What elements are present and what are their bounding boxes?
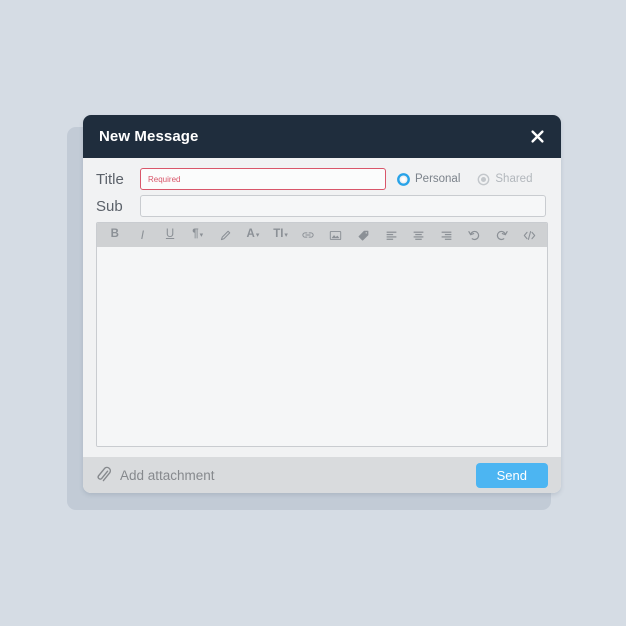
radio-label-personal: Personal xyxy=(415,173,461,185)
font-color-icon: A xyxy=(246,228,255,241)
close-button[interactable] xyxy=(527,127,547,147)
sub-label: Sub xyxy=(96,197,123,215)
undo-button[interactable] xyxy=(460,223,488,247)
chevron-down-icon: ▾ xyxy=(255,232,260,239)
rich-text-editor: B I U ¶ ▾ A ▾ TI ▾ xyxy=(96,222,548,447)
dialog-titlebar: New Message xyxy=(83,115,561,158)
title-label: Title xyxy=(96,170,124,188)
bold-button[interactable]: B xyxy=(101,223,129,247)
radio-label-shared: Shared xyxy=(495,173,533,185)
dialog-footer: Add attachment Send xyxy=(83,457,561,493)
dialog-body: Title Personal xyxy=(83,158,561,447)
text-size-icon: TI xyxy=(273,228,284,241)
paragraph-button[interactable]: ¶ ▾ xyxy=(184,223,212,247)
tag-button[interactable] xyxy=(350,223,378,247)
align-right-icon xyxy=(441,231,452,240)
italic-button[interactable]: I xyxy=(129,223,157,247)
add-attachment-label: Add attachment xyxy=(120,467,215,483)
radio-option-personal[interactable]: Personal xyxy=(397,172,461,186)
align-left-icon xyxy=(386,231,396,240)
chevron-down-icon: ▾ xyxy=(284,232,288,239)
align-left-button[interactable] xyxy=(377,223,405,247)
add-attachment-button[interactable]: Add attachment xyxy=(96,466,215,484)
align-center-button[interactable] xyxy=(405,223,433,247)
screen: New Message Title Pe xyxy=(0,0,626,626)
close-icon xyxy=(530,130,544,143)
radio-option-shared[interactable]: Shared xyxy=(477,173,532,186)
chevron-down-icon: ▾ xyxy=(199,232,204,239)
align-right-button[interactable] xyxy=(433,223,461,247)
title-input[interactable] xyxy=(140,168,386,190)
title-field-row: Title Personal xyxy=(96,168,548,190)
underline-button[interactable]: U xyxy=(156,223,184,247)
redo-icon xyxy=(496,230,508,241)
link-icon xyxy=(302,232,314,238)
new-message-dialog: New Message Title Pe xyxy=(83,115,561,493)
editor-toolbar: B I U ¶ ▾ A ▾ TI ▾ xyxy=(97,223,547,247)
bold-icon: B xyxy=(110,228,119,241)
send-button[interactable]: Send xyxy=(475,462,548,488)
image-button[interactable] xyxy=(322,223,350,247)
sub-input[interactable] xyxy=(140,195,546,217)
undo-icon xyxy=(468,230,480,241)
dialog-title: New Message xyxy=(99,128,199,145)
tag-icon xyxy=(358,230,369,241)
pencil-button[interactable] xyxy=(212,223,240,247)
sub-field-row: Sub xyxy=(96,195,548,217)
italic-icon: I xyxy=(140,228,145,242)
font-color-button[interactable]: A ▾ xyxy=(239,223,267,247)
link-button[interactable] xyxy=(294,223,322,247)
code-icon xyxy=(523,230,535,240)
radio-selected-icon xyxy=(397,172,410,186)
image-icon xyxy=(330,230,342,240)
paperclip-icon xyxy=(97,466,111,482)
code-button[interactable] xyxy=(515,223,543,247)
pencil-icon xyxy=(220,230,231,240)
redo-button[interactable] xyxy=(488,223,516,247)
radio-unselected-icon xyxy=(477,173,490,185)
paragraph-icon: ¶ xyxy=(192,228,199,241)
visibility-radio-group: Personal Shared xyxy=(397,172,532,186)
align-center-icon xyxy=(413,231,424,240)
underline-icon: U xyxy=(165,228,175,241)
editor-content-area[interactable] xyxy=(97,247,547,446)
text-size-button[interactable]: TI ▾ xyxy=(267,223,295,247)
